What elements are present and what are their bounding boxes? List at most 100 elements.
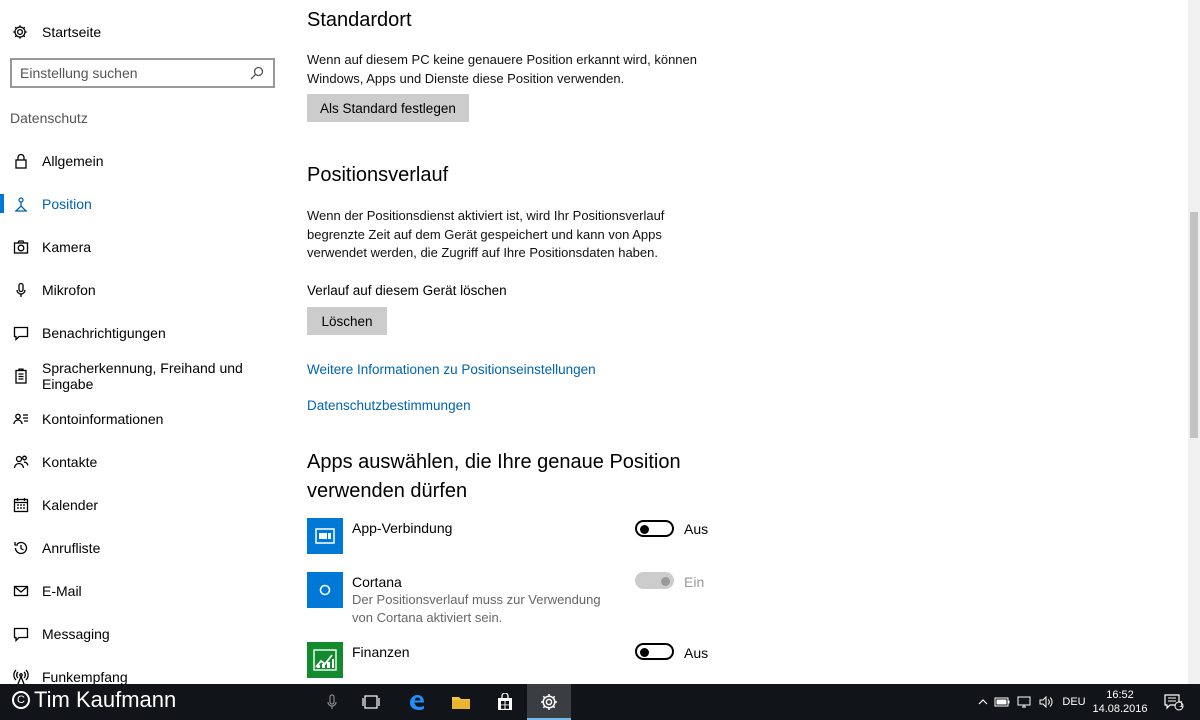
main-content: Standardort Wenn auf diesem PC keine gen…	[307, 0, 1187, 684]
set-default-button[interactable]: Als Standard festlegen	[307, 94, 469, 122]
sidebar-item-label: Messaging	[42, 625, 110, 642]
app-name: App-Verbindung	[352, 520, 453, 536]
language-indicator[interactable]: DEU	[1057, 696, 1091, 708]
sidebar-item-kamera[interactable]: Kamera	[0, 225, 290, 268]
messaging-icon	[13, 626, 29, 642]
calendar-icon	[13, 497, 29, 513]
toggle-state-label: Aus	[684, 521, 709, 537]
search-box[interactable]	[10, 58, 275, 88]
sidebar-item-allgemein[interactable]: Allgemein	[0, 139, 290, 182]
app-row-finanzen: Finanzen Aus	[307, 642, 717, 678]
settings-icon[interactable]	[527, 684, 571, 720]
toggle-state-label: Ein	[684, 574, 705, 590]
sidebar-item-label: Spracherkennung, Freihand und Eingabe	[42, 359, 243, 392]
sidebar-item-label: Anrufliste	[42, 539, 101, 556]
copyright-icon: C	[12, 691, 30, 709]
contacts-icon	[13, 454, 29, 470]
sidebar: Startseite Datenschutz Allgemein Positio…	[0, 0, 290, 685]
task-view-icon[interactable]	[349, 684, 393, 720]
sidebar-item-label: Funkempfang	[42, 668, 128, 685]
toggle-knob	[661, 576, 670, 586]
edge-icon[interactable]	[395, 684, 439, 720]
notification-icon	[13, 325, 29, 341]
toggle-state-label: Aus	[684, 645, 709, 661]
app-name: Cortana	[352, 574, 402, 590]
account-info-icon	[13, 411, 29, 427]
sidebar-item-benachrichtigungen[interactable]: Benachrichtigungen	[0, 311, 290, 354]
scrollbar-thumb[interactable]	[1190, 212, 1198, 438]
sidebar-item-messaging[interactable]: Messaging	[0, 612, 290, 655]
lock-icon	[13, 153, 29, 169]
standardort-text: Wenn auf diesem PC keine genauere Positi…	[307, 52, 697, 86]
network-icon[interactable]	[1013, 696, 1035, 708]
clipboard-icon	[13, 368, 29, 384]
action-center-icon[interactable]: 1	[1154, 684, 1194, 720]
toggle-knob	[640, 524, 649, 534]
radio-icon	[13, 669, 29, 685]
app-row-app-verbindung: App-Verbindung Aus	[307, 518, 717, 558]
section-title: Datenschutz	[10, 110, 88, 126]
call-history-icon	[13, 540, 29, 556]
location-icon	[13, 196, 29, 212]
sidebar-item-kontakte[interactable]: Kontakte	[0, 440, 290, 483]
clock-date: 14.08.2016	[1092, 703, 1148, 715]
volume-icon[interactable]	[1035, 696, 1057, 708]
more-info-link[interactable]: Weitere Informationen zu Positionseinste…	[307, 362, 596, 377]
toggle-knob	[640, 647, 649, 657]
toggle-app-verbindung[interactable]	[635, 520, 674, 537]
sidebar-item-label: Kamera	[42, 238, 92, 255]
clock-time: 16:52	[1106, 689, 1134, 701]
home-label: Startseite	[42, 24, 102, 40]
clear-button[interactable]: Löschen	[307, 307, 387, 335]
sidebar-item-label: Kontakte	[42, 453, 98, 470]
battery-icon[interactable]	[991, 697, 1013, 707]
mail-icon	[13, 583, 29, 599]
privacy-statement-link[interactable]: Datenschutzbestimmungen	[307, 398, 471, 413]
sidebar-item-anrufliste[interactable]: Anrufliste	[0, 526, 290, 569]
sidebar-item-label: Kontoinformationen	[42, 410, 164, 427]
privacy-nav: Allgemein Position Kamera Mikrofon Benac…	[0, 139, 290, 698]
sidebar-item-label: Kalender	[42, 496, 99, 513]
toggle-finanzen[interactable]	[635, 643, 674, 660]
sidebar-item-email[interactable]: E-Mail	[0, 569, 290, 612]
system-tray: DEU	[975, 684, 1091, 720]
sidebar-item-label: Allgemein	[42, 152, 104, 169]
sidebar-item-label: Mikrofon	[42, 281, 96, 298]
heading-positionsverlauf: Positionsverlauf	[307, 164, 449, 186]
watermark-text: Tim Kaufmann	[34, 687, 177, 712]
sidebar-item-spracherkennung[interactable]: Spracherkennung, Freihand und Eingabe	[0, 354, 290, 397]
home-link[interactable]: Startseite	[12, 20, 101, 44]
finance-chart-icon	[307, 642, 343, 678]
scrollbar[interactable]	[1188, 0, 1200, 684]
camera-icon	[13, 239, 29, 255]
positionsverlauf-text: Wenn der Positionsdienst aktiviert ist, …	[307, 208, 665, 260]
watermark: C Tim Kaufmann	[12, 687, 176, 713]
notification-count: 1	[1179, 700, 1184, 709]
sidebar-item-label: E-Mail	[42, 582, 82, 599]
sidebar-item-label: Benachrichtigungen	[42, 324, 166, 341]
heading-standardort: Standardort	[307, 9, 412, 31]
sidebar-item-kalender[interactable]: Kalender	[0, 483, 290, 526]
file-explorer-icon[interactable]	[439, 684, 483, 720]
heading-apps: Apps auswählen, die Ihre genaue Position…	[307, 451, 681, 502]
sidebar-item-position[interactable]: Position	[0, 182, 290, 225]
sidebar-item-kontoinformationen[interactable]: Kontoinformationen	[0, 397, 290, 440]
search-input[interactable]	[20, 65, 249, 81]
app-description: Der Positionsverlauf muss zur Verwendung…	[352, 592, 601, 625]
search-icon[interactable]	[249, 65, 265, 81]
chevron-up-icon[interactable]	[975, 699, 991, 705]
app-row-cortana: Cortana Der Positionsverlauf muss zur Ve…	[307, 572, 717, 628]
toggle-cortana	[635, 572, 674, 589]
sidebar-item-label: Position	[42, 195, 92, 212]
app-connector-icon	[307, 518, 343, 554]
gear-icon	[12, 24, 28, 40]
clear-history-label: Verlauf auf diesem Gerät löschen	[307, 283, 507, 298]
app-name: Finanzen	[352, 644, 410, 660]
microphone-icon	[13, 282, 29, 298]
store-icon[interactable]	[483, 684, 527, 720]
cortana-icon	[307, 572, 343, 608]
microphone-icon[interactable]	[310, 684, 354, 720]
sidebar-item-mikrofon[interactable]: Mikrofon	[0, 268, 290, 311]
clock[interactable]: 16:52 14.08.2016	[1088, 688, 1152, 716]
taskbar: C Tim Kaufmann DEU 16:52 14.08.2016 1	[0, 684, 1200, 720]
